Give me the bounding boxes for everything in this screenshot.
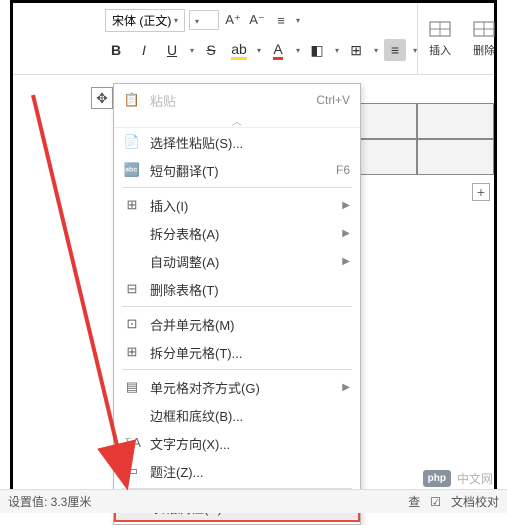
font-size-select[interactable]: ▾ [189, 10, 219, 30]
merge-icon: ⊡ [122, 315, 142, 333]
table-move-handle[interactable]: ✥ [91, 87, 113, 109]
strikethrough-button[interactable]: S [200, 39, 222, 61]
table-delete-icon [472, 20, 496, 40]
menu-split-table[interactable]: 拆分表格(A) ▶ [114, 219, 360, 247]
add-column-button[interactable]: + [472, 183, 490, 201]
menu-merge-cells[interactable]: ⊡ 合并单元格(M) [114, 310, 360, 338]
chevron-right-icon: ▶ [342, 228, 350, 239]
insert-table-button[interactable]: 插入 [418, 3, 462, 74]
table-cell[interactable] [417, 139, 495, 175]
watermark: php 中文网 [423, 470, 493, 487]
bold-button[interactable]: B [105, 39, 127, 61]
menu-text-direction[interactable]: 𝙸A 文字方向(X)... [114, 429, 360, 457]
menu-auto-fit[interactable]: 自动调整(A) ▶ [114, 247, 360, 275]
highlight-button[interactable]: ab [228, 39, 250, 61]
menu-translate[interactable]: 🔤 短句翻译(T) F6 [114, 156, 360, 184]
grid-icon: ⊞ [122, 196, 142, 214]
chevron-down-icon: ▾ [296, 16, 300, 25]
chevron-right-icon: ▶ [342, 200, 350, 211]
menu-collapse-indicator[interactable]: ︿ [114, 114, 360, 128]
table-insert-icon [428, 20, 452, 40]
italic-button[interactable]: I [133, 39, 155, 61]
table-cell[interactable] [417, 103, 495, 139]
menu-borders[interactable]: 边框和底纹(B)... [114, 401, 360, 429]
status-proof[interactable]: 文档校对 [451, 493, 499, 510]
borders-button[interactable]: ⊞ [345, 39, 367, 61]
underline-button[interactable]: U [161, 39, 183, 61]
font-color-button[interactable]: A [267, 39, 289, 61]
menu-delete-table[interactable]: ⊟ 删除表格(T) [114, 275, 360, 303]
caption-icon: ▭ [122, 462, 142, 480]
table-preview [339, 103, 494, 175]
line-spacing-icon[interactable]: ≡ [271, 10, 291, 30]
font-family-select[interactable]: 宋体 (正文) ▾ [105, 9, 185, 32]
paste-special-icon: 📄 [122, 133, 142, 151]
text-direction-icon: 𝙸A [122, 434, 142, 452]
increase-font-icon[interactable]: A⁺ [223, 10, 243, 30]
delete-table-icon: ⊟ [122, 280, 142, 298]
paste-icon: 📋 [122, 91, 142, 109]
menu-paste-special[interactable]: 📄 选择性粘贴(S)... [114, 128, 360, 156]
delete-table-button[interactable]: 删除 [462, 3, 506, 74]
proof-icon: ☑ [430, 495, 441, 509]
font-name-value: 宋体 (正文) [112, 12, 171, 29]
chevron-right-icon: ▶ [342, 256, 350, 267]
status-bar: 设置值: 3.3厘米 查 ☑ 文档校对 [0, 489, 507, 513]
align-icon: ▤ [122, 378, 142, 396]
delete-label: 删除 [473, 42, 495, 58]
menu-cell-align[interactable]: ▤ 单元格对齐方式(G) ▶ [114, 373, 360, 401]
chevron-down-icon: ▾ [174, 16, 178, 25]
menu-paste-disabled: 📋 粘贴 Ctrl+V [114, 86, 360, 114]
chevron-right-icon: ▶ [342, 382, 350, 393]
split-icon: ⊞ [122, 343, 142, 361]
decrease-font-icon[interactable]: A⁻ [247, 10, 267, 30]
watermark-text: 中文网 [457, 470, 493, 487]
translate-icon: 🔤 [122, 161, 142, 179]
status-check[interactable]: 查 [408, 493, 420, 510]
insert-label: 插入 [429, 42, 451, 58]
context-menu: 📋 粘贴 Ctrl+V ︿ 📄 选择性粘贴(S)... 🔤 短句翻译(T) F6… [113, 83, 361, 525]
php-logo: php [423, 470, 451, 487]
menu-caption[interactable]: ▭ 题注(Z)... [114, 457, 360, 485]
shading-button[interactable]: ◧ [306, 39, 328, 61]
align-button[interactable]: ≡ [384, 39, 406, 61]
menu-split-cells[interactable]: ⊞ 拆分单元格(T)... [114, 338, 360, 366]
ribbon-toolbar: 宋体 (正文) ▾ ▾ A⁺ A⁻ ≡ ▾ B I U▾ S ab▾ A▾ ◧▾… [13, 3, 494, 75]
status-left-value: 设置值: 3.3厘米 [8, 493, 91, 510]
menu-insert[interactable]: ⊞ 插入(I) ▶ [114, 191, 360, 219]
